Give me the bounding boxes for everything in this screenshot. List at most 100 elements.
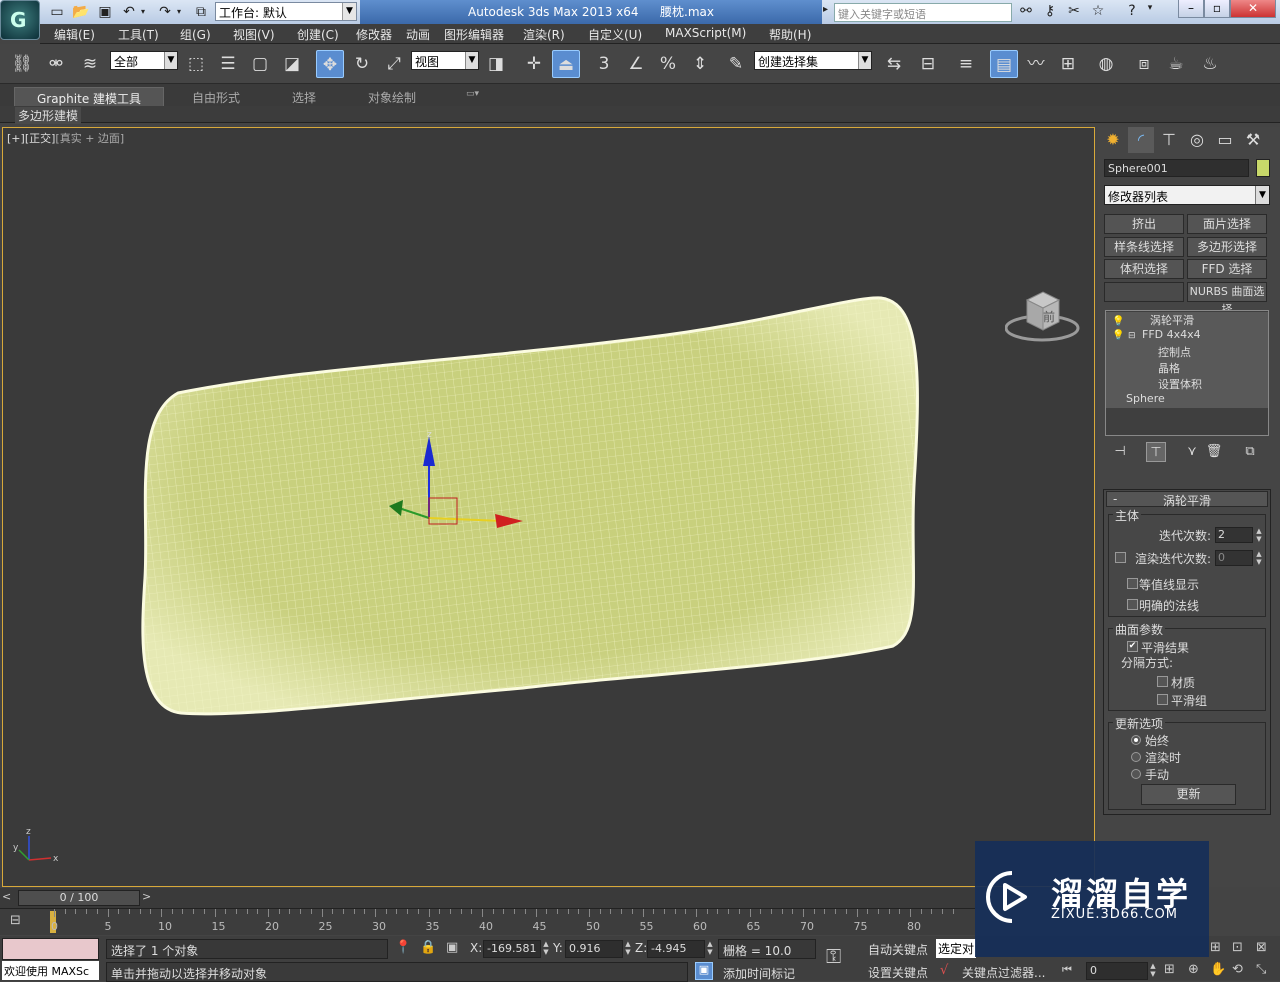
trackbar[interactable]: ⊟ 0 5 10 15 20 25 30 35 40 45 50 55 60 65 70 75 80 [0, 908, 975, 935]
schematic-view-icon[interactable]: ⊞ [1054, 50, 1082, 78]
frame-spinner-arrows[interactable]: ▲ ▼ [1149, 962, 1157, 978]
collapse-icon[interactable]: ⊟ [1128, 331, 1136, 341]
open-file-icon[interactable]: 📂 [72, 3, 90, 21]
pillow-mesh[interactable]: z z x y [3, 128, 1096, 888]
close-button[interactable]: ✕ [1230, 0, 1276, 18]
select-scale-icon[interactable]: ⤢ [380, 50, 408, 78]
help-icon[interactable]: ? [1122, 3, 1142, 21]
explicit-normals-checkbox[interactable] [1127, 599, 1138, 610]
lightbulb-icon[interactable]: 💡 [1112, 316, 1124, 327]
keyboard-shortcut-toggle-icon[interactable]: ⏏ [552, 50, 580, 78]
expand-arrow-icon[interactable]: ▸ [823, 4, 828, 15]
time-slider[interactable]: < 0 / 100 > [0, 888, 975, 908]
angle-snap-icon[interactable]: ∠ [622, 50, 650, 78]
help-dropdown-icon[interactable]: ▾ [1140, 3, 1160, 21]
select-object-icon[interactable]: ⬚ [182, 50, 210, 78]
extrude-button[interactable]: 挤出 [1104, 214, 1184, 234]
add-time-tag-label[interactable]: 添加时间标记 [723, 965, 795, 982]
mirror-icon[interactable]: ⇆ [880, 50, 908, 78]
y-spinner-arrows[interactable]: ▲ ▼ [624, 940, 632, 956]
stack-subitem-lattice[interactable]: 晶格 [1106, 360, 1268, 376]
zoom-all-icon[interactable]: ⊕ [1188, 962, 1199, 977]
menu-rendering[interactable]: 渲染(R) [523, 26, 565, 43]
redo-dropdown-icon[interactable]: ▾ [174, 3, 184, 21]
x-spinner-arrows[interactable]: ▲ ▼ [542, 940, 550, 956]
select-move-icon[interactable]: ✥ [316, 50, 344, 78]
graphite-toggle-icon[interactable]: ▤ [990, 50, 1018, 78]
absolute-mode-icon[interactable]: ▣ [446, 940, 458, 955]
nurbs-surface-select-button[interactable]: NURBS 曲面选择 [1187, 282, 1267, 316]
remove-modifier-icon[interactable]: 🗑 [1204, 442, 1224, 462]
time-slider-thumb[interactable]: 0 / 100 [18, 890, 140, 906]
project-folder-icon[interactable]: ⧉ [192, 3, 210, 21]
binoculars-icon[interactable]: ⚯ [1016, 3, 1036, 21]
render-production-icon[interactable]: ♨ [1196, 50, 1224, 78]
satellite-icon[interactable]: ✂ [1064, 3, 1084, 21]
time-tag-icon[interactable]: ▣ [695, 962, 713, 980]
key-icon[interactable]: ⚷ [1040, 3, 1060, 21]
bind-space-warp-icon[interactable]: ≋ [76, 50, 104, 78]
viewcube-front-label[interactable]: 前 [1043, 308, 1055, 325]
stack-item-turbosmooth[interactable]: 💡 涡轮平滑 [1106, 312, 1268, 328]
create-tab-icon[interactable]: ✹ [1100, 127, 1126, 153]
ffd-select-button[interactable]: FFD 选择 [1187, 259, 1267, 279]
next-frame-icon[interactable]: > [142, 890, 156, 906]
menu-group[interactable]: 组(G) [180, 26, 211, 43]
lightbulb-icon[interactable]: 💡 [1112, 330, 1124, 341]
unlink-icon[interactable]: ⚮ [42, 50, 70, 78]
modifier-stack[interactable]: 💡 涡轮平滑 💡 ⊟ FFD 4x4x4 控制点 晶格 设置体积 Sphere [1105, 310, 1269, 436]
configure-sets-icon[interactable]: ⧉ [1240, 442, 1260, 462]
pan-view-icon[interactable]: ✋ [1210, 962, 1226, 977]
smooth-result-checkbox[interactable]: ✔ [1127, 641, 1138, 652]
menu-customize[interactable]: 自定义(U) [588, 26, 642, 43]
maxscript-input[interactable]: 欢迎使用 MAXSc [2, 961, 99, 980]
update-rendering-radio[interactable] [1131, 752, 1141, 762]
menu-animation[interactable]: 动画 [406, 26, 430, 43]
percent-snap-icon[interactable]: % [654, 50, 682, 78]
render-iterations-spinner[interactable]: 0 [1215, 550, 1253, 566]
material-checkbox[interactable] [1157, 676, 1168, 687]
collapse-icon[interactable]: - [1113, 492, 1117, 506]
menu-help[interactable]: 帮助(H) [769, 26, 811, 43]
stack-subitem-control-points[interactable]: 控制点 [1106, 344, 1268, 360]
rollout-header[interactable]: - 涡轮平滑 [1106, 491, 1268, 508]
star-icon[interactable]: ☆ [1088, 3, 1108, 21]
render-iterations-spinner-arrows[interactable]: ▲ ▼ [1255, 550, 1263, 566]
curve-editor-mini-icon[interactable]: ⊟ [10, 913, 34, 931]
spline-select-button[interactable]: 样条线选择 [1104, 237, 1184, 257]
perspective-viewport[interactable]: [+][正交][真实 + 边面] z z x y 前 [2, 127, 1095, 887]
utilities-tab-icon[interactable]: ⚒ [1240, 127, 1266, 153]
window-crossing-icon[interactable]: ◪ [278, 50, 306, 78]
current-frame-field[interactable]: 0 [1086, 962, 1148, 980]
rendered-frame-icon[interactable]: ☕ [1162, 50, 1190, 78]
search-input[interactable]: 键入关键字或短语 [834, 3, 1012, 22]
set-key-mode-icon[interactable]: ⚿ [826, 944, 858, 974]
menu-create[interactable]: 创建(C) [297, 26, 339, 43]
zoom-extents-all-icon[interactable]: ⊡ [1232, 940, 1243, 955]
time-config-icon[interactable]: ⊞ [1164, 962, 1175, 977]
ribbon-options-icon[interactable]: ▭▾ [458, 87, 487, 106]
x-coordinate-field[interactable]: -169.581 [483, 940, 541, 958]
go-to-start-icon[interactable]: ⏮ [1062, 963, 1072, 977]
maxscript-listener-mini[interactable] [2, 938, 99, 960]
update-manual-radio[interactable] [1131, 769, 1141, 779]
stack-item-ffd[interactable]: 💡 ⊟ FFD 4x4x4 [1106, 328, 1268, 344]
pivot-center-icon[interactable]: ◨ [482, 50, 510, 78]
workspace-select[interactable]: 工作台: 默认 ▼ [215, 2, 357, 21]
isoline-display-checkbox[interactable] [1127, 578, 1138, 589]
menu-maxscript[interactable]: MAXScript(M) [665, 26, 746, 40]
select-rotate-icon[interactable]: ↻ [348, 50, 376, 78]
selection-filter-select[interactable]: 全部 ▼ [110, 51, 178, 70]
display-tab-icon[interactable]: ▭ [1212, 127, 1238, 153]
stack-subitem-set-volume[interactable]: 设置体积 [1106, 376, 1268, 392]
snaps-toggle-icon[interactable]: 3 [590, 50, 618, 78]
maximize-button[interactable]: ▫ [1204, 0, 1230, 18]
rect-selection-icon[interactable]: ▢ [246, 50, 274, 78]
minimize-button[interactable]: – [1178, 0, 1204, 18]
render-setup-icon[interactable]: ⧈ [1130, 50, 1158, 78]
z-spinner-arrows[interactable]: ▲ ▼ [706, 940, 714, 956]
menu-tools[interactable]: 工具(T) [118, 26, 159, 43]
select-manipulate-icon[interactable]: ✛ [520, 50, 548, 78]
poly-select-button[interactable]: 多边形选择 [1187, 237, 1267, 257]
edit-named-selection-icon[interactable]: ✎ [722, 50, 750, 78]
